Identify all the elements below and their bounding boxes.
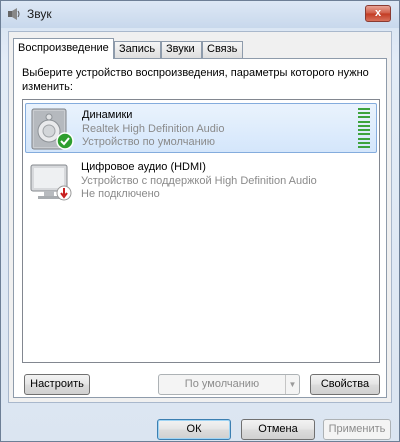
device-name: Динамики: [82, 109, 133, 121]
apply-button[interactable]: Применить: [323, 419, 391, 440]
disconnected-icon: [56, 185, 72, 201]
set-default-split-button[interactable]: По умолчанию ▼: [158, 374, 300, 395]
device-driver: Устройство с поддержкой High Definition …: [81, 175, 317, 187]
device-driver: Realtek High Definition Audio: [82, 123, 225, 135]
device-status: Не подключено: [81, 188, 160, 200]
window-title: Звук: [27, 7, 52, 21]
playback-panel: Выберите устройство воспроизведения, пар…: [13, 58, 387, 398]
device-item-hdmi[interactable]: Цифровое аудио (HDMI) Устройство с подде…: [25, 156, 377, 206]
ok-button[interactable]: ОК: [157, 419, 231, 440]
sound-dialog: Звук x Воспроизведение Запись Звуки Связ…: [0, 0, 400, 442]
tab-recording[interactable]: Запись: [114, 41, 161, 58]
device-status: Устройство по умолчанию: [82, 136, 216, 148]
volume-level-meter: [358, 108, 370, 148]
dropdown-arrow-icon[interactable]: ▼: [285, 375, 299, 394]
close-button[interactable]: x: [365, 5, 391, 22]
speaker-app-icon: [8, 8, 20, 20]
instruction-text: Выберите устройство воспроизведения, пар…: [22, 67, 369, 93]
tab-communications[interactable]: Связь: [202, 41, 243, 58]
device-name: Цифровое аудио (HDMI): [81, 161, 206, 173]
cancel-button[interactable]: Отмена: [241, 419, 315, 440]
speaker-icon: [31, 108, 74, 150]
title-bar[interactable]: Звук x: [1, 1, 399, 28]
set-default-label: По умолчанию: [184, 378, 260, 390]
check-icon: [56, 132, 74, 150]
device-item-speakers[interactable]: Динамики Realtek High Definition Audio У…: [25, 103, 377, 153]
dialog-content: Воспроизведение Запись Звуки Связь Выбер…: [8, 31, 392, 403]
tab-sounds[interactable]: Звуки: [161, 41, 202, 58]
configure-button[interactable]: Настроить: [24, 374, 90, 395]
monitor-icon: [30, 164, 72, 201]
tab-playback[interactable]: Воспроизведение: [13, 38, 114, 59]
device-list[interactable]: Динамики Realtek High Definition Audio У…: [22, 99, 380, 363]
properties-button[interactable]: Свойства: [310, 374, 380, 395]
